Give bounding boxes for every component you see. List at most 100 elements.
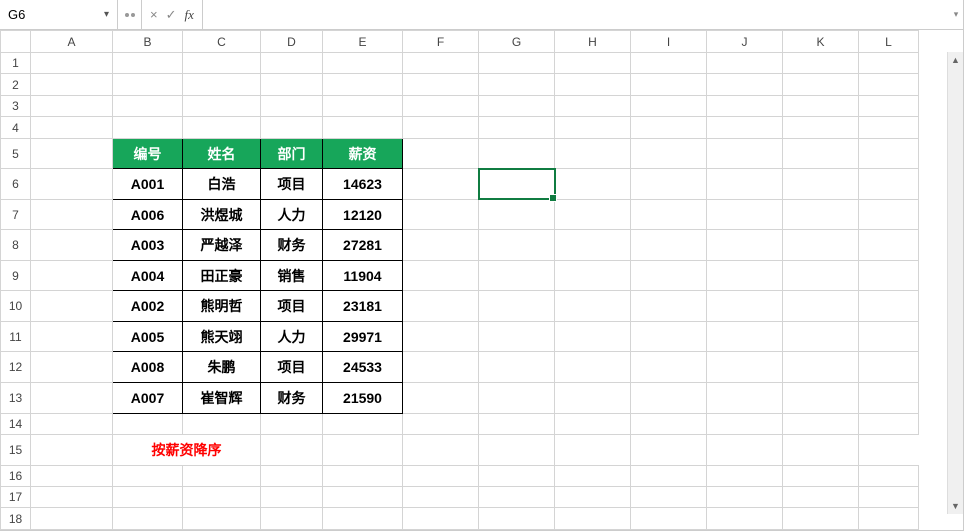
worksheet-grid[interactable]: A B C D E F G H I J K L 1 2 3 4 [0,30,919,530]
formula-expand-icon[interactable]: ▾ [949,0,963,29]
cell[interactable] [707,74,783,95]
cell[interactable] [631,169,707,200]
scroll-down-icon[interactable]: ▼ [948,498,963,514]
cell[interactable] [555,199,631,230]
cell[interactable] [707,413,783,434]
cell[interactable] [31,199,113,230]
row-header-5[interactable]: 5 [1,138,31,169]
col-header-G[interactable]: G [479,31,555,53]
cell[interactable] [707,383,783,414]
cell[interactable] [31,508,113,530]
cell[interactable] [631,465,707,486]
cell[interactable] [323,486,403,507]
cell[interactable] [323,117,403,138]
cell[interactable] [31,291,113,322]
cell[interactable] [631,260,707,291]
cell[interactable] [479,508,555,530]
cell[interactable] [555,508,631,530]
cell[interactable] [403,434,479,465]
table-cell[interactable]: 财务 [261,230,323,261]
col-header-C[interactable]: C [183,31,261,53]
cell[interactable] [183,508,261,530]
table-cell[interactable]: 崔智辉 [183,383,261,414]
cell[interactable] [479,230,555,261]
cell[interactable] [31,117,113,138]
cell[interactable] [323,95,403,116]
cell[interactable] [555,291,631,322]
table-cell[interactable]: 项目 [261,352,323,383]
cell[interactable] [183,95,261,116]
cell[interactable] [479,352,555,383]
cell[interactable] [555,260,631,291]
cell[interactable] [403,199,479,230]
cell[interactable] [555,434,631,465]
cell[interactable] [783,260,859,291]
cell[interactable] [479,74,555,95]
cell[interactable] [555,383,631,414]
table-cell[interactable]: 白浩 [183,169,261,200]
table-cell[interactable]: 熊明哲 [183,291,261,322]
cell[interactable] [859,465,919,486]
cell[interactable] [859,53,919,74]
col-header-K[interactable]: K [783,31,859,53]
cell[interactable] [261,117,323,138]
cell[interactable] [631,413,707,434]
table-header-salary[interactable]: 薪资 [323,138,403,169]
table-cell[interactable]: 熊天翊 [183,321,261,352]
col-header-I[interactable]: I [631,31,707,53]
table-cell[interactable]: 12120 [323,199,403,230]
cell[interactable] [31,260,113,291]
cell[interactable] [31,434,113,465]
cell[interactable] [555,74,631,95]
row-header-1[interactable]: 1 [1,53,31,74]
cell[interactable] [859,169,919,200]
cell[interactable] [479,434,555,465]
cell[interactable] [707,434,783,465]
cell[interactable] [479,199,555,230]
cell[interactable] [261,508,323,530]
row-header-10[interactable]: 10 [1,291,31,322]
table-cell[interactable]: 11904 [323,260,403,291]
col-header-J[interactable]: J [707,31,783,53]
table-cell[interactable]: 朱鹏 [183,352,261,383]
cell[interactable] [113,413,183,434]
cell[interactable] [479,486,555,507]
cell[interactable] [555,117,631,138]
cell[interactable] [859,260,919,291]
cell[interactable] [631,291,707,322]
cell[interactable] [403,352,479,383]
table-cell[interactable]: 田正豪 [183,260,261,291]
cell[interactable] [631,434,707,465]
cell[interactable] [323,413,403,434]
cell[interactable] [859,486,919,507]
cell[interactable] [859,413,919,434]
table-cell[interactable]: A004 [113,260,183,291]
row-header-11[interactable]: 11 [1,321,31,352]
cell[interactable] [859,117,919,138]
cell[interactable] [31,383,113,414]
cell[interactable] [783,383,859,414]
cell[interactable] [261,413,323,434]
cell[interactable] [31,465,113,486]
col-header-F[interactable]: F [403,31,479,53]
cell[interactable] [31,138,113,169]
table-header-name[interactable]: 姓名 [183,138,261,169]
table-cell[interactable]: A008 [113,352,183,383]
cell[interactable] [113,117,183,138]
cell[interactable] [707,53,783,74]
table-cell[interactable]: 销售 [261,260,323,291]
cell[interactable] [783,413,859,434]
cell[interactable] [261,74,323,95]
cell[interactable] [707,230,783,261]
cell[interactable] [261,465,323,486]
row-header-16[interactable]: 16 [1,465,31,486]
cell[interactable] [479,291,555,322]
cell[interactable] [555,413,631,434]
cell[interactable] [783,321,859,352]
col-header-B[interactable]: B [113,31,183,53]
cell[interactable] [403,321,479,352]
cell[interactable] [31,74,113,95]
row-header-3[interactable]: 3 [1,95,31,116]
scroll-up-icon[interactable]: ▲ [948,52,963,68]
cell[interactable] [31,169,113,200]
